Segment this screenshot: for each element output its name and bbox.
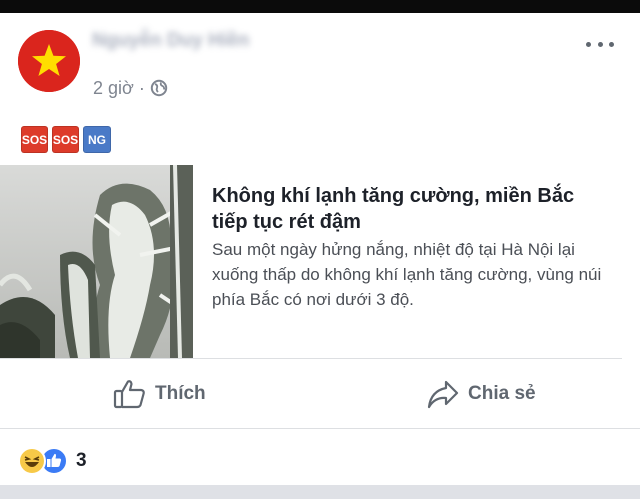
emoji-tags: SOS SOS NG [21,126,111,153]
share-button[interactable]: Chia sẻ [426,377,536,411]
top-edge-bar [0,0,640,13]
vietnam-flag-avatar-icon [18,30,80,92]
sos-emoji-icon: SOS [52,126,79,153]
more-options-button[interactable] [586,39,614,49]
sos-emoji-icon: SOS [21,126,48,153]
frost-tree-photo-icon [0,165,193,358]
share-label: Chia sẻ [468,383,536,404]
haha-icon [18,447,46,475]
meta-separator: · [138,77,145,98]
link-description: Sau một ngày hửng nắng, nhiệt độ tại Hà … [212,240,602,309]
author-avatar[interactable] [18,30,80,92]
reaction-count: 3 [76,450,87,471]
like-button[interactable]: Thích [113,377,206,411]
thumbs-up-icon [113,380,145,409]
link-thumbnail[interactable] [0,165,193,358]
author-name[interactable]: Nguyễn Duy Hiền [92,30,288,56]
post-time[interactable]: 2 giờ [93,78,134,99]
more-dot-icon [586,41,591,47]
link-title[interactable]: Không khí lạnh tăng cường, miền Bắc tiếp… [212,183,612,235]
feed-gap [0,485,640,499]
like-label: Thích [155,383,206,404]
ng-emoji-icon: NG [83,126,111,153]
globe-icon[interactable] [150,79,168,97]
reactions-summary[interactable]: 3 [18,447,87,475]
more-dot-icon [609,41,614,47]
post-meta: 2 giờ · [93,77,168,99]
post-actions: Thích Chia sẻ [0,360,640,429]
share-arrow-icon [427,380,459,409]
link-preview[interactable]: Không khí lạnh tăng cường, miền Bắc tiếp… [0,165,622,359]
more-dot-icon [597,41,603,47]
